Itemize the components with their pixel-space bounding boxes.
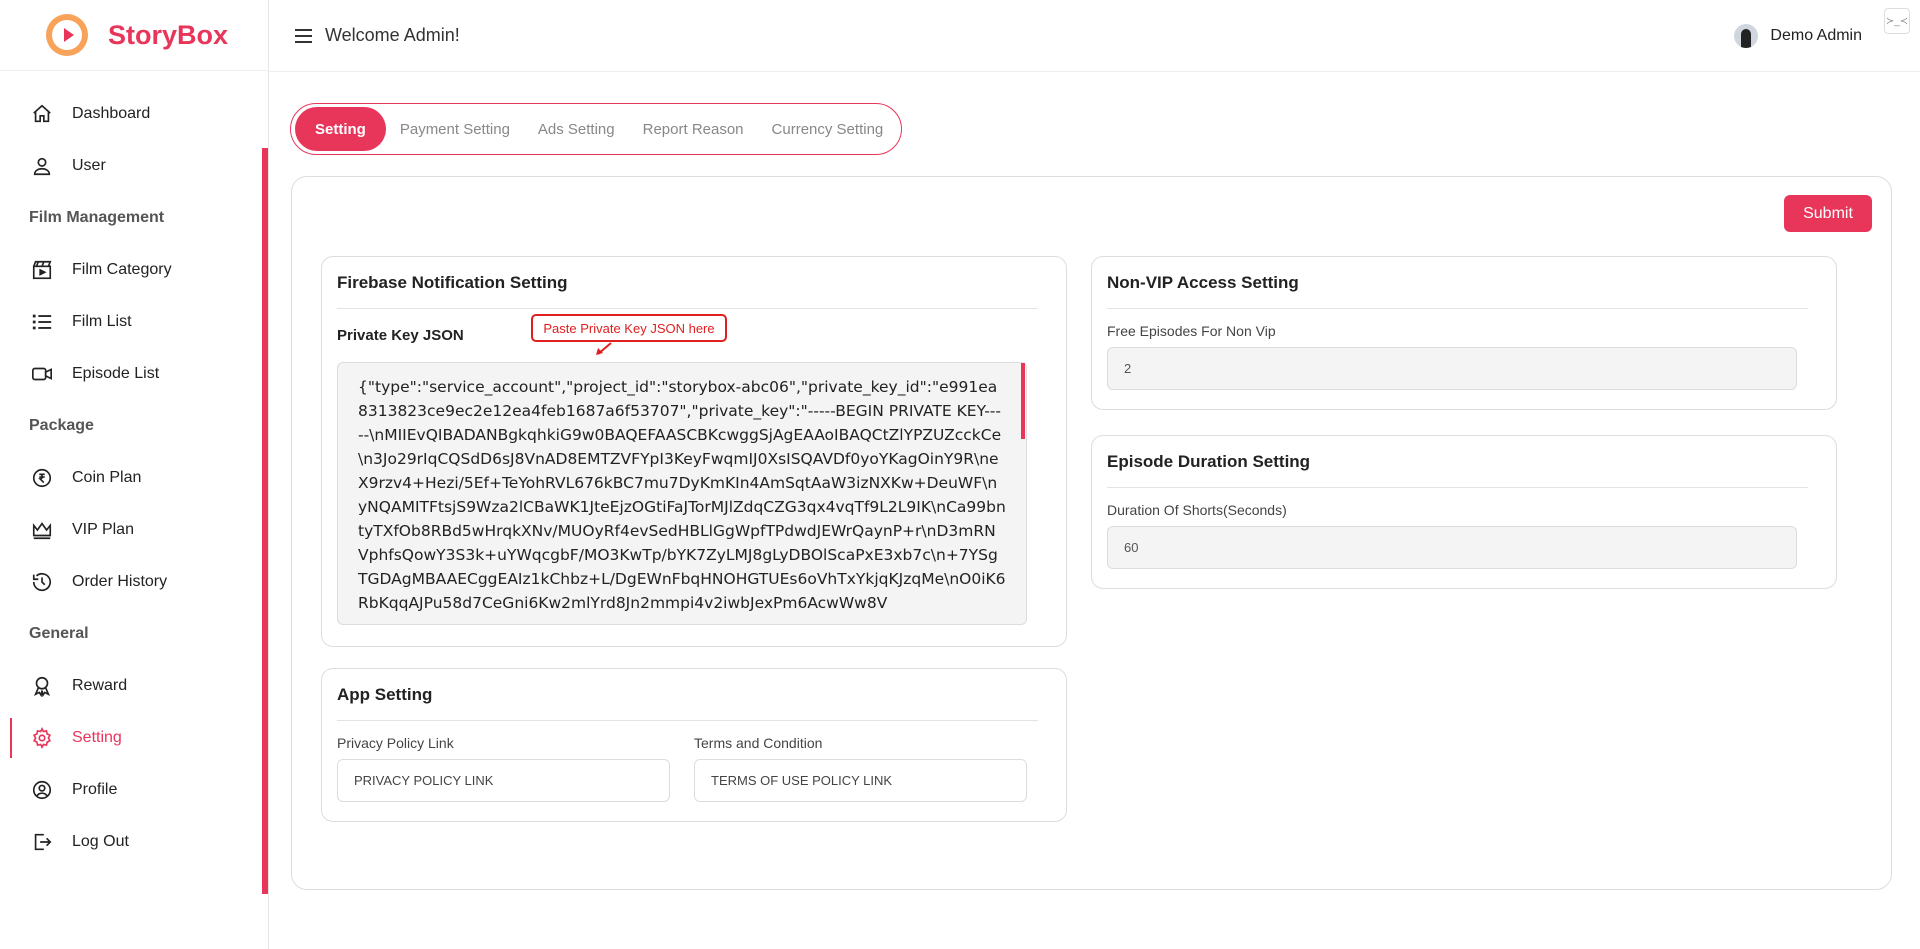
crown-icon: [30, 518, 54, 542]
sidebar-item-coin-plan[interactable]: Coin Plan: [0, 452, 268, 504]
sidebar-item-vip-plan[interactable]: VIP Plan: [0, 504, 268, 556]
avatar: [1734, 23, 1759, 48]
list-icon: [30, 310, 54, 334]
sidebar-item-order-history[interactable]: Order History: [0, 556, 268, 608]
sidebar-item-label: Order History: [72, 573, 168, 590]
terms-label: Terms and Condition: [694, 735, 823, 751]
user-icon: [30, 154, 54, 178]
sidebar-item-label: Dashboard: [72, 105, 151, 122]
sidebar-item-reward[interactable]: Reward: [0, 660, 268, 712]
user-name: Demo Admin: [1770, 26, 1862, 44]
logout-icon: [30, 830, 54, 854]
free-episodes-label: Free Episodes For Non Vip: [1107, 323, 1276, 339]
private-key-textarea[interactable]: {"type":"service_account","project_id":"…: [337, 362, 1027, 625]
gear-icon: [30, 726, 54, 750]
sidebar-item-label: VIP Plan: [72, 521, 134, 538]
sidebar-item-label: User: [72, 157, 106, 174]
coin-icon: [30, 466, 54, 490]
tab-ads-setting[interactable]: Ads Setting: [524, 107, 629, 151]
welcome-text: Welcome Admin!: [325, 25, 460, 45]
app-setting-panel: App Setting Privacy Policy Link PRIVACY …: [321, 668, 1067, 822]
paste-hint-tooltip: Paste Private Key JSON here: [531, 314, 727, 342]
tab-payment-setting[interactable]: Payment Setting: [386, 107, 524, 151]
free-episodes-input[interactable]: 2: [1107, 347, 1797, 390]
hint-arrow-icon: [596, 342, 612, 355]
brand-name: StoryBox: [108, 19, 229, 50]
user-menu[interactable]: Demo Admin: [1734, 23, 1862, 48]
episode-duration-panel: Episode Duration Setting Duration Of Sho…: [1091, 435, 1837, 589]
user-circle-icon: [30, 778, 54, 802]
divider: [337, 720, 1038, 721]
sidebar-item-label: Reward: [72, 677, 128, 694]
duration-label: Duration Of Shorts(Seconds): [1107, 502, 1287, 518]
sidebar-item-film-list[interactable]: Film List: [0, 296, 268, 348]
sidebar-item-setting[interactable]: Setting: [0, 712, 268, 764]
submit-button[interactable]: Submit: [1784, 195, 1872, 232]
hamburger-menu-icon[interactable]: [295, 26, 315, 46]
divider: [1107, 308, 1808, 309]
sidebar-item-film-category[interactable]: Film Category: [0, 244, 268, 296]
terms-input[interactable]: TERMS OF USE POLICY LINK: [694, 759, 1027, 802]
topbar: Welcome Admin! Demo Admin ≻_≺: [269, 0, 1920, 72]
award-icon: [30, 674, 54, 698]
private-key-label: Private Key JSON: [337, 327, 464, 344]
privacy-policy-label: Privacy Policy Link: [337, 735, 454, 751]
nonvip-title: Non-VIP Access Setting: [1107, 272, 1299, 292]
storybox-logo-icon: [46, 14, 88, 56]
sidebar-item-user[interactable]: User: [0, 140, 268, 192]
episode-duration-title: Episode Duration Setting: [1107, 451, 1311, 471]
sidebar-item-dashboard[interactable]: Dashboard: [0, 88, 268, 140]
sidebar-item-profile[interactable]: Profile: [0, 764, 268, 816]
video-camera-icon: [30, 362, 54, 386]
sidebar-nav: Dashboard User Film Management Film Cate…: [0, 88, 268, 868]
sidebar-item-label: Coin Plan: [72, 469, 142, 486]
sidebar-item-label: Film Category: [72, 261, 172, 278]
nonvip-panel: Non-VIP Access Setting Free Episodes For…: [1091, 256, 1837, 410]
sidebar-scrollbar[interactable]: [262, 148, 268, 894]
sidebar-item-episode-list[interactable]: Episode List: [0, 348, 268, 400]
sidebar-item-label: Profile: [72, 781, 118, 798]
sidebar-item-label: Film List: [72, 313, 132, 330]
sidebar-item-label: Log Out: [72, 833, 129, 850]
divider: [337, 308, 1038, 309]
section-package: Package: [29, 417, 94, 434]
sidebar-item-logout[interactable]: Log Out: [0, 816, 268, 868]
textarea-scrollbar[interactable]: [1021, 363, 1025, 439]
section-film-management: Film Management: [29, 209, 165, 226]
tab-setting[interactable]: Setting: [295, 107, 386, 151]
privacy-policy-input[interactable]: PRIVACY POLICY LINK: [337, 759, 670, 802]
tab-currency-setting[interactable]: Currency Setting: [758, 107, 898, 151]
section-general: General: [29, 625, 89, 642]
brand[interactable]: StoryBox: [0, 0, 268, 71]
duration-input[interactable]: 60: [1107, 526, 1797, 569]
clapperboard-icon: [30, 258, 54, 282]
settings-tabs: Setting Payment Setting Ads Setting Repo…: [290, 103, 903, 155]
home-icon: [30, 102, 54, 126]
firebase-panel-title: Firebase Notification Setting: [337, 272, 568, 292]
tab-report-reason[interactable]: Report Reason: [629, 107, 758, 151]
extension-icon[interactable]: ≻_≺: [1884, 8, 1910, 34]
sidebar-item-label: Setting: [72, 729, 122, 746]
divider: [1107, 487, 1808, 488]
app-setting-title: App Setting: [337, 684, 433, 704]
sidebar: StoryBox Dashboard User Film Management …: [0, 0, 269, 949]
sidebar-item-label: Episode List: [72, 365, 160, 382]
history-icon: [30, 570, 54, 594]
